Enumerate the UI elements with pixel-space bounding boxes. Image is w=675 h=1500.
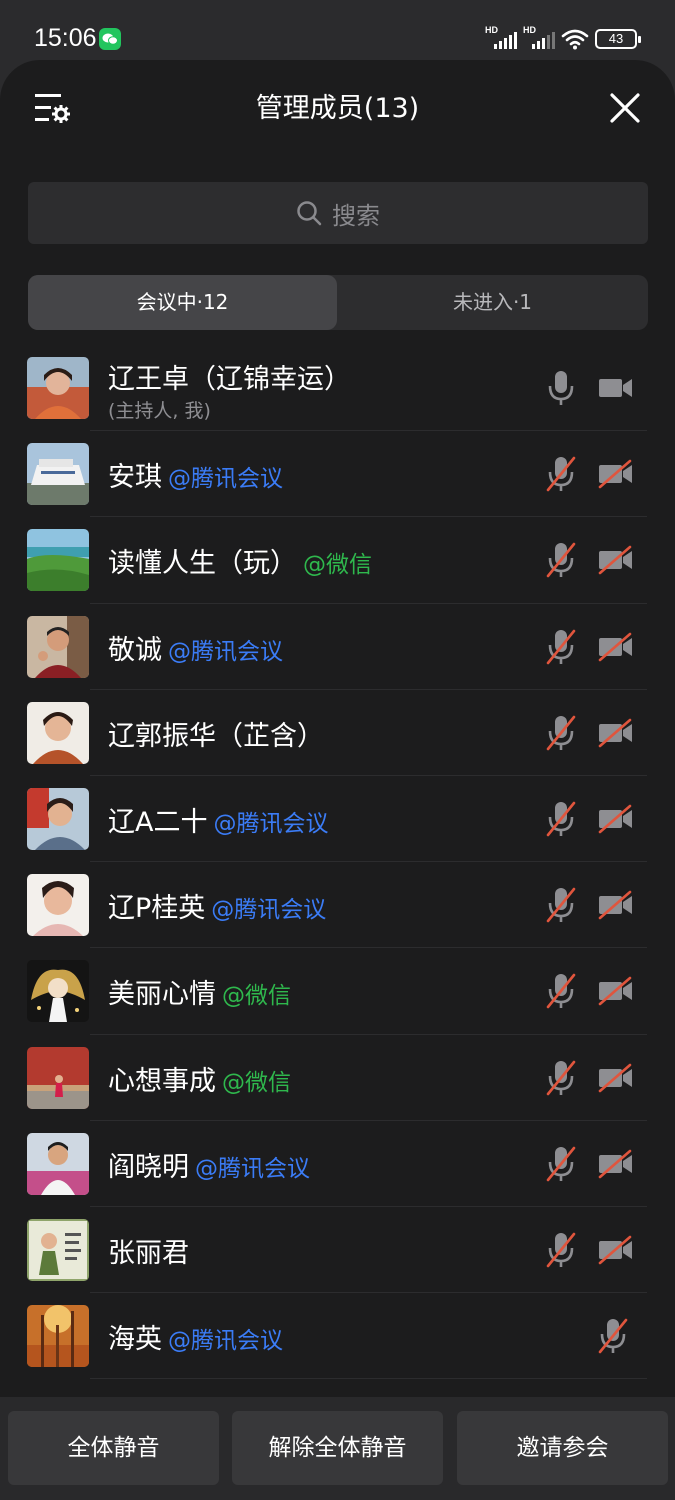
avatar	[27, 1046, 89, 1109]
source-tag: @腾讯会议	[168, 638, 283, 665]
footer-bar: 全体静音 解除全体静音 邀请参会	[0, 1397, 675, 1500]
invite-button[interactable]: 邀请参会	[457, 1411, 668, 1485]
microphone-muted-icon[interactable]	[545, 972, 577, 1010]
search-placeholder: 搜索	[332, 201, 380, 230]
avatar	[27, 787, 89, 850]
microphone-muted-icon[interactable]	[545, 1145, 577, 1183]
member-row[interactable]: 辽王卓（辽锦幸运） (主持人, 我)	[0, 345, 675, 432]
member-name: 海英 @腾讯会议	[108, 1324, 283, 1356]
microphone-muted-icon[interactable]	[545, 800, 577, 838]
microphone-icon[interactable]	[545, 369, 577, 407]
member-role: (主持人, 我)	[108, 400, 211, 422]
camera-muted-icon[interactable]	[597, 890, 635, 920]
member-name: 美丽心情 @微信	[108, 979, 291, 1011]
member-row[interactable]: 美丽心情 @微信	[0, 948, 675, 1035]
member-name: 敬诚 @腾讯会议	[108, 634, 283, 666]
camera-muted-icon[interactable]	[597, 1063, 635, 1093]
microphone-muted-icon[interactable]	[545, 886, 577, 924]
signal-icon-2: HD	[523, 25, 555, 51]
close-icon[interactable]	[609, 92, 641, 124]
source-tag: @腾讯会议	[211, 897, 327, 924]
source-tag: @腾讯会议	[168, 466, 283, 493]
microphone-muted-icon[interactable]	[545, 541, 577, 579]
source-tag: @腾讯会议	[168, 1328, 283, 1355]
mute-all-button[interactable]: 全体静音	[8, 1411, 219, 1485]
tab-in-meeting[interactable]: 会议中·12	[28, 275, 337, 330]
member-name: 阎晓明 @腾讯会议	[108, 1151, 310, 1183]
member-name: 辽P桂英 @腾讯会议	[108, 893, 327, 925]
source-tag: @微信	[303, 552, 372, 579]
search-icon	[297, 201, 322, 226]
source-tag: @腾讯会议	[195, 1155, 310, 1182]
member-row[interactable]: 海英 @腾讯会议	[0, 1293, 675, 1380]
camera-muted-icon[interactable]	[597, 632, 635, 662]
battery-icon: 43	[595, 29, 641, 49]
camera-muted-icon[interactable]	[597, 804, 635, 834]
status-time: 15:06	[34, 24, 97, 52]
member-row[interactable]: 阎晓明 @腾讯会议	[0, 1121, 675, 1207]
camera-icon[interactable]	[597, 373, 635, 403]
avatar	[27, 529, 89, 592]
member-name: 心想事成 @微信	[108, 1065, 291, 1097]
wifi-icon	[561, 29, 589, 50]
camera-muted-icon[interactable]	[597, 459, 635, 489]
member-row[interactable]: 安琪 @腾讯会议	[0, 431, 675, 518]
microphone-muted-icon[interactable]	[597, 1317, 629, 1355]
camera-muted-icon[interactable]	[597, 718, 635, 748]
wechat-notification-icon	[99, 28, 121, 50]
avatar	[27, 443, 89, 506]
tab-not-joined[interactable]: 未进入·1	[337, 275, 648, 330]
member-name: 安琪 @腾讯会议	[108, 462, 283, 494]
microphone-muted-icon[interactable]	[545, 628, 577, 666]
search-input[interactable]: 搜索	[28, 182, 648, 244]
microphone-muted-icon[interactable]	[545, 714, 577, 752]
member-name: 辽A二十 @腾讯会议	[108, 806, 329, 838]
avatar	[27, 960, 89, 1023]
signal-icon: HD	[485, 25, 517, 51]
member-row[interactable]: 敬诚 @腾讯会议	[0, 604, 675, 690]
avatar	[27, 357, 89, 419]
member-name: 辽王卓（辽锦幸运）	[108, 364, 351, 395]
unmute-all-button[interactable]: 解除全体静音	[232, 1411, 443, 1485]
member-row[interactable]: 辽郭振华（芷含）	[0, 690, 675, 776]
avatar	[27, 1132, 89, 1195]
member-name: 张丽君	[108, 1237, 189, 1269]
camera-muted-icon[interactable]	[597, 1149, 635, 1179]
source-tag: @微信	[222, 983, 291, 1010]
avatar	[27, 615, 89, 678]
source-tag: @微信	[222, 1069, 291, 1096]
page-title: 管理成员(13)	[255, 93, 420, 124]
member-name: 读懂人生（玩） @微信	[108, 548, 372, 580]
member-row[interactable]: 辽A二十 @腾讯会议	[0, 776, 675, 863]
member-row[interactable]: 张丽君	[0, 1207, 675, 1294]
avatar	[27, 701, 89, 764]
member-tabs: 会议中·12 未进入·1	[28, 275, 648, 330]
member-list: 辽王卓（辽锦幸运） (主持人, 我) 安琪 @腾讯会议 读懂人生（玩） @微信 …	[0, 345, 675, 1380]
source-tag: @腾讯会议	[213, 810, 329, 837]
manage-members-sheet: 管理成员(13) 搜索 会议中·12 未进入·1 辽王卓（辽锦幸运） (主持人,…	[0, 60, 675, 1500]
avatar	[27, 1218, 89, 1281]
camera-muted-icon[interactable]	[597, 1235, 635, 1265]
member-row[interactable]: 辽P桂英 @腾讯会议	[0, 862, 675, 949]
microphone-muted-icon[interactable]	[545, 1231, 577, 1269]
avatar	[27, 1305, 89, 1368]
member-row[interactable]: 心想事成 @微信	[0, 1035, 675, 1121]
camera-muted-icon[interactable]	[597, 976, 635, 1006]
microphone-muted-icon[interactable]	[545, 1059, 577, 1097]
member-name: 辽郭振华（芷含）	[108, 720, 324, 752]
camera-muted-icon[interactable]	[597, 545, 635, 575]
microphone-muted-icon[interactable]	[545, 455, 577, 493]
member-row[interactable]: 读懂人生（玩） @微信	[0, 517, 675, 604]
avatar	[27, 874, 89, 937]
